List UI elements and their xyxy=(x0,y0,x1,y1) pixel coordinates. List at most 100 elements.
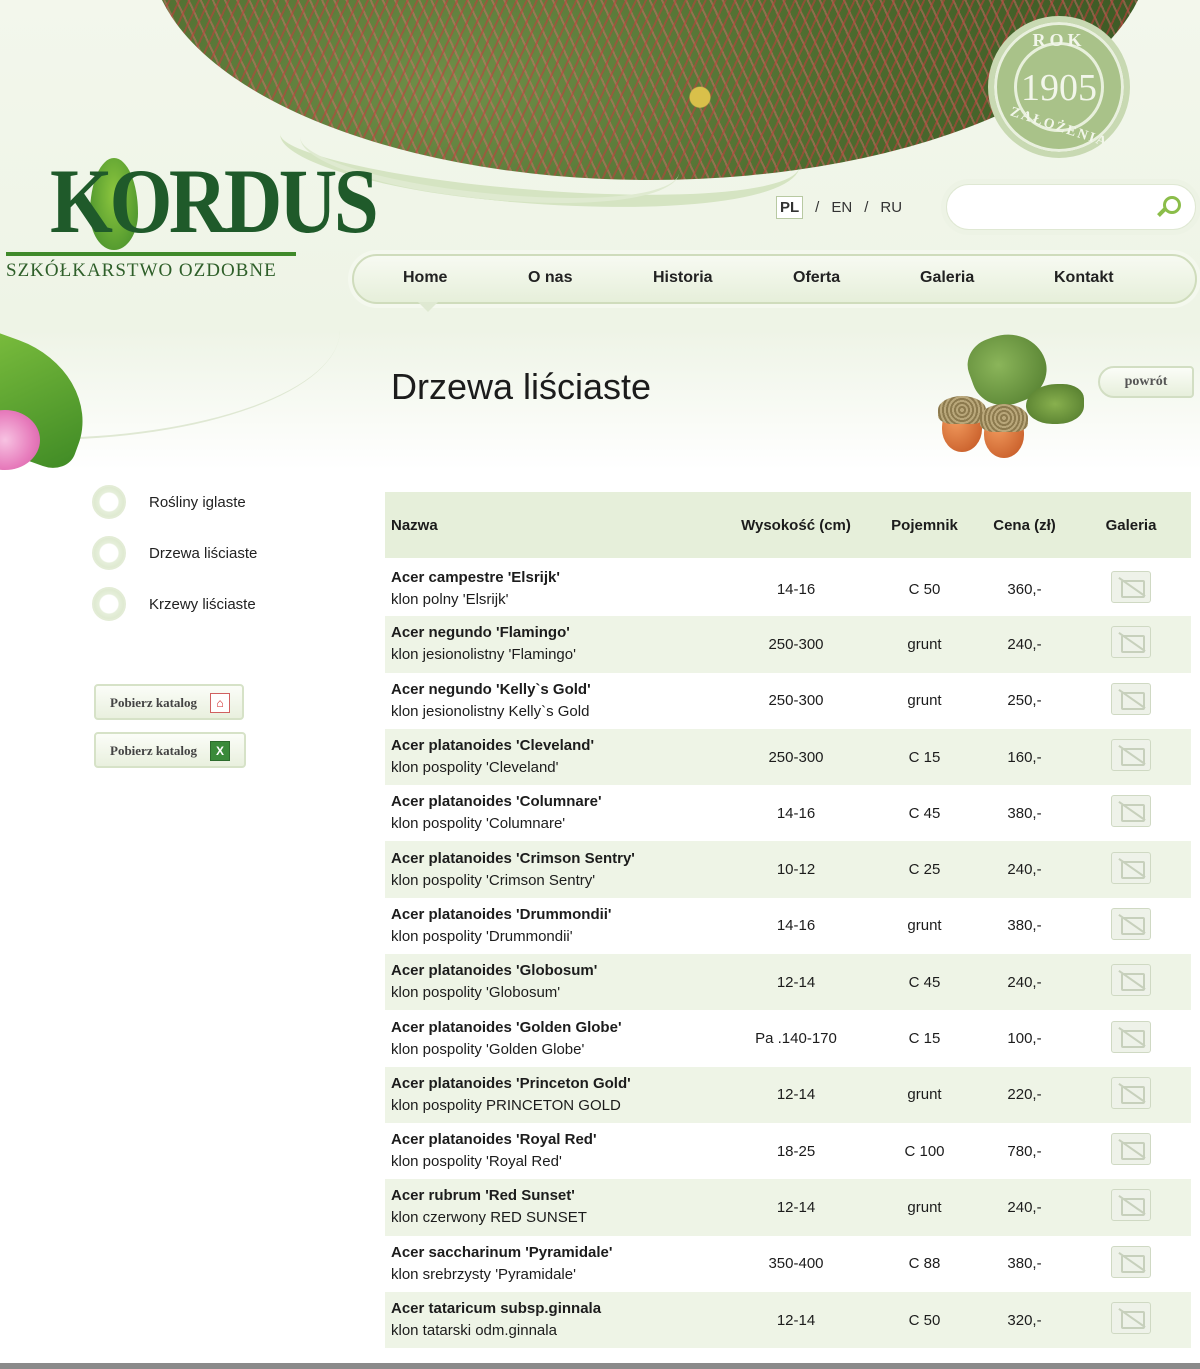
no-photo-icon[interactable] xyxy=(1111,851,1151,884)
download-catalog-pdf-button[interactable]: Pobierz katalog ⌂ xyxy=(94,684,244,720)
pdf-icon: ⌂ xyxy=(210,693,230,713)
plant-latin-name: Acer platanoides 'Golden Globe' xyxy=(391,1018,622,1036)
sidebar-item-label: Drzewa liściaste xyxy=(149,545,258,562)
header-gallery: Galeria xyxy=(1105,516,1157,534)
header-name: Nazwa xyxy=(391,516,438,534)
no-photo-icon[interactable] xyxy=(1111,795,1151,828)
price-table: Nazwa Wysokość (cm) Pojemnik Cena (zł) G… xyxy=(385,492,1191,1349)
acorn-cap xyxy=(938,396,986,424)
plant-name-cell: Acer platanoides 'Columnare' klon pospoli… xyxy=(385,785,721,841)
nav-oferta[interactable]: Oferta xyxy=(793,269,840,287)
founded-seal: ROK 1905 ZAŁOŻENIA xyxy=(988,16,1130,158)
table-row: Acer negundo 'Kelly`s Gold' klon jesionol… xyxy=(385,672,1191,729)
height-cell: 12-14 xyxy=(776,1198,816,1216)
menu-bullet-icon xyxy=(92,587,126,621)
plant-name-cell: Acer rubrum 'Red Sunset' klon czerwony RE… xyxy=(385,1179,721,1235)
search-box xyxy=(946,184,1196,230)
height-cell: 350-400 xyxy=(768,1255,824,1273)
no-photo-icon[interactable] xyxy=(1111,739,1151,772)
container-cell: C 25 xyxy=(908,861,941,879)
height-cell: 12-14 xyxy=(776,973,816,991)
plant-latin-name: Acer negundo 'Flamingo' xyxy=(391,624,570,642)
table-row: Acer platanoides 'Columnare' klon pospoli… xyxy=(385,785,1191,842)
plant-common-name: klon tatarski odm.ginnala xyxy=(391,1322,557,1339)
plant-common-name: klon jesionolistny Kelly`s Gold xyxy=(391,702,590,720)
acorn-cap xyxy=(980,404,1028,432)
height-cell: 14-16 xyxy=(776,917,816,935)
plant-name-cell: Acer saccharinum 'Pyramidale' klon srebrz… xyxy=(385,1236,721,1292)
search-icon[interactable] xyxy=(1153,194,1181,222)
plant-common-name: klon pospolity 'Drummondii' xyxy=(391,927,573,945)
container-cell: C 15 xyxy=(908,1030,941,1048)
table-row: Acer campestre 'Elsrijk' klon polny 'Elsr… xyxy=(385,560,1191,617)
no-photo-icon[interactable] xyxy=(1111,1020,1151,1053)
table-row: Acer tataricum subsp.ginnala klon tatarsk… xyxy=(385,1291,1191,1349)
lang-pl[interactable]: PL xyxy=(776,196,804,219)
no-photo-icon[interactable] xyxy=(1111,964,1151,997)
container-cell: C 88 xyxy=(908,1255,941,1273)
back-button[interactable]: powrót xyxy=(1098,366,1194,398)
table-header-row: Nazwa Wysokość (cm) Pojemnik Cena (zł) G… xyxy=(385,492,1191,560)
seal-year: 1905 xyxy=(1021,67,1097,109)
height-cell: Pa .140-170 xyxy=(755,1030,837,1048)
table-body: Acer campestre 'Elsrijk' klon polny 'Elsr… xyxy=(385,560,1191,1349)
nav-historia[interactable]: Historia xyxy=(653,269,713,287)
plant-latin-name: Acer platanoides 'Crimson Sentry' xyxy=(391,849,635,867)
nav-o-nas[interactable]: O nas xyxy=(528,269,572,287)
no-photo-icon[interactable] xyxy=(1111,1302,1151,1334)
seal-top-text: ROK xyxy=(1032,30,1086,50)
page-title: Drzewa liściaste xyxy=(391,366,652,407)
height-cell: 250-300 xyxy=(768,692,824,710)
container-cell: grunt xyxy=(907,692,942,710)
no-photo-icon[interactable] xyxy=(1111,626,1151,659)
plant-name-cell: Acer tataricum subsp.ginnala klon tatarsk… xyxy=(385,1292,721,1348)
container-cell: C 15 xyxy=(908,748,941,766)
container-cell: grunt xyxy=(907,1086,942,1104)
plant-latin-name: Acer platanoides 'Royal Red' xyxy=(391,1131,597,1149)
sidebar-item-label: Krzewy liściaste xyxy=(149,596,256,613)
height-cell: 250-300 xyxy=(768,748,824,766)
menu-bullet-icon xyxy=(92,485,126,519)
table-row: Acer platanoides 'Crimson Sentry' klon po… xyxy=(385,841,1191,898)
nav-active-pointer xyxy=(418,302,438,312)
nav-home[interactable]: Home xyxy=(403,269,447,287)
download-catalog-excel-button[interactable]: Pobierz katalog X xyxy=(94,732,246,768)
no-photo-icon[interactable] xyxy=(1111,1133,1151,1166)
table-row: Acer negundo 'Flamingo' klon jesionolistn… xyxy=(385,616,1191,673)
container-cell: C 100 xyxy=(904,1142,945,1160)
price-cell: 380,- xyxy=(1007,804,1042,822)
price-cell: 380,- xyxy=(1007,1255,1042,1273)
search-input[interactable] xyxy=(961,195,1151,219)
price-cell: 160,- xyxy=(1007,748,1042,766)
plant-name-cell: Acer platanoides 'Drummondii' klon pospol… xyxy=(385,898,721,954)
no-photo-icon[interactable] xyxy=(1111,682,1151,715)
gallery-cell xyxy=(1071,785,1191,841)
nav-galeria[interactable]: Galeria xyxy=(920,269,974,287)
plant-common-name: klon pospolity 'Columnare' xyxy=(391,815,566,833)
plant-common-name: klon srebrzysty 'Pyramidale' xyxy=(391,1265,576,1283)
price-cell: 380,- xyxy=(1007,917,1042,935)
plant-name-cell: Acer platanoides 'Golden Globe' klon posp… xyxy=(385,1010,721,1066)
gallery-cell xyxy=(1071,954,1191,1010)
no-photo-icon[interactable] xyxy=(1111,907,1151,940)
plant-latin-name: Acer campestre 'Elsrijk' xyxy=(391,569,560,587)
plant-name-cell: Acer platanoides 'Royal Red' klon pospoli… xyxy=(385,1123,721,1179)
site-logo[interactable]: KORDUS SZKÓŁKARSTWO OZDOBNE xyxy=(6,148,379,288)
nav-kontakt[interactable]: Kontakt xyxy=(1054,269,1114,287)
lang-ru[interactable]: RU xyxy=(880,199,902,216)
no-photo-icon[interactable] xyxy=(1111,1189,1151,1222)
page: ROK 1905 ZAŁOŻENIA KORDUS SZKÓŁKARSTWO O… xyxy=(0,0,1200,1369)
no-photo-icon[interactable] xyxy=(1111,1076,1151,1109)
no-photo-icon[interactable] xyxy=(1111,1245,1151,1278)
price-cell: 240,- xyxy=(1007,861,1042,879)
table-row: Acer platanoides 'Princeton Gold' klon po… xyxy=(385,1066,1191,1123)
gallery-cell xyxy=(1071,1292,1191,1348)
gallery-cell xyxy=(1071,841,1191,897)
plant-common-name: klon pospolity PRINCETON GOLD xyxy=(391,1096,621,1114)
no-photo-icon[interactable] xyxy=(1111,571,1151,604)
price-cell: 240,- xyxy=(1007,973,1042,991)
table-row: Acer platanoides 'Cleveland' klon pospoli… xyxy=(385,728,1191,786)
plant-name-cell: Acer platanoides 'Cleveland' klon pospoli… xyxy=(385,729,721,785)
lang-en[interactable]: EN xyxy=(831,199,852,216)
container-cell: grunt xyxy=(907,917,942,935)
